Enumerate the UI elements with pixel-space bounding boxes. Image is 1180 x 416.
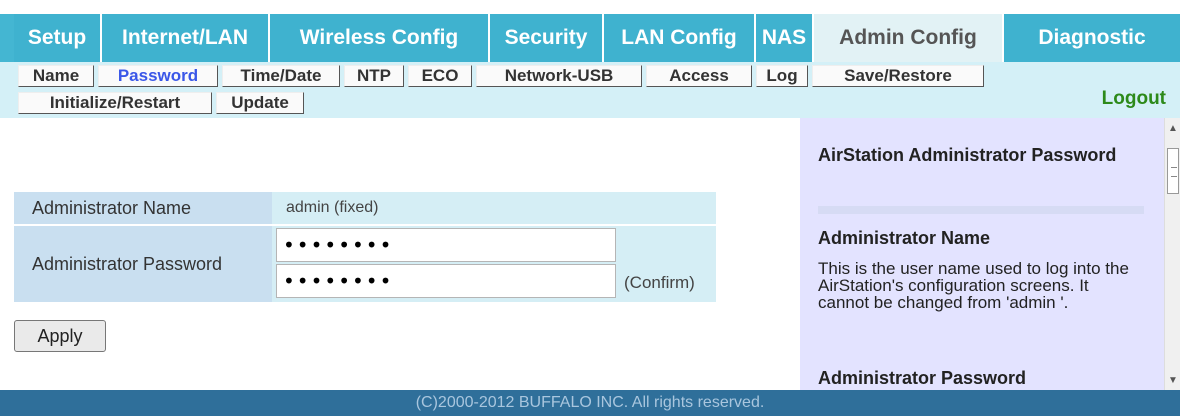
help-section-admin-password-heading: Administrator Password <box>818 368 1027 388</box>
tab-diagnostic[interactable]: Diagnostic <box>1004 14 1180 62</box>
help-title: AirStation Administrator Password <box>818 145 1117 165</box>
subnav-item-time-date[interactable]: Time/Date <box>222 65 340 87</box>
subnav-item-save-restore[interactable]: Save/Restore <box>812 65 984 87</box>
tab-nas[interactable]: NAS <box>756 14 814 62</box>
scroll-up-arrow-icon[interactable]: ▲ <box>1165 120 1180 136</box>
scroll-down-arrow-icon[interactable]: ▼ <box>1165 372 1180 388</box>
tab-security[interactable]: Security <box>490 14 604 62</box>
help-pane: AirStation Administrator Password Admini… <box>800 118 1164 390</box>
subnav-item-password[interactable]: Password <box>98 65 218 87</box>
help-section-admin-name-text: This is the user name used to log into t… <box>818 259 1129 312</box>
tab-setup[interactable]: Setup <box>14 14 102 62</box>
help-divider <box>818 206 1144 214</box>
subnav-item-update[interactable]: Update <box>216 92 304 114</box>
scroll-thumb[interactable] <box>1167 148 1179 194</box>
subnav-item-eco[interactable]: ECO <box>408 65 472 87</box>
subnav-item-access[interactable]: Access <box>646 65 752 87</box>
sub-navigation: Name Password Time/Date NTP ECO Network-… <box>0 62 1180 118</box>
admin-name-label: Administrator Name <box>14 192 272 224</box>
help-section-admin-name-heading: Administrator Name <box>818 228 991 248</box>
admin-name-value: admin (fixed) <box>286 199 379 216</box>
subnav-item-ntp[interactable]: NTP <box>344 65 404 87</box>
subnav-item-initialize-restart[interactable]: Initialize/Restart <box>18 92 212 114</box>
help-scrollbar[interactable]: ▲ ▼ <box>1164 118 1180 390</box>
tab-wireless-config[interactable]: Wireless Config <box>270 14 490 62</box>
subnav-item-network-usb[interactable]: Network-USB <box>476 65 642 87</box>
tab-admin-config[interactable]: Admin Config <box>814 14 1004 62</box>
top-navigation: Setup Internet/LAN Wireless Config Secur… <box>0 0 1180 62</box>
header-strip <box>0 0 1180 14</box>
confirm-note: (Confirm) <box>624 273 695 292</box>
logout-link[interactable]: Logout <box>1102 88 1166 110</box>
admin-password-row: Administrator Password •••••••• ••••••••… <box>14 226 716 302</box>
tab-internet-lan[interactable]: Internet/LAN <box>102 14 270 62</box>
admin-name-row: Administrator Name admin (fixed) <box>14 192 716 224</box>
apply-button[interactable]: Apply <box>14 320 106 352</box>
footer-copyright: (C)2000-2012 BUFFALO INC. All rights res… <box>0 390 1180 416</box>
tab-lan-config[interactable]: LAN Config <box>604 14 756 62</box>
subnav-item-name[interactable]: Name <box>18 65 94 87</box>
main-tabs: Setup Internet/LAN Wireless Config Secur… <box>14 14 1180 62</box>
password-confirm-input[interactable]: •••••••• <box>276 264 616 298</box>
subnav-item-log[interactable]: Log <box>756 65 808 87</box>
admin-password-label: Administrator Password <box>14 226 272 302</box>
password-input[interactable]: •••••••• <box>276 228 616 262</box>
